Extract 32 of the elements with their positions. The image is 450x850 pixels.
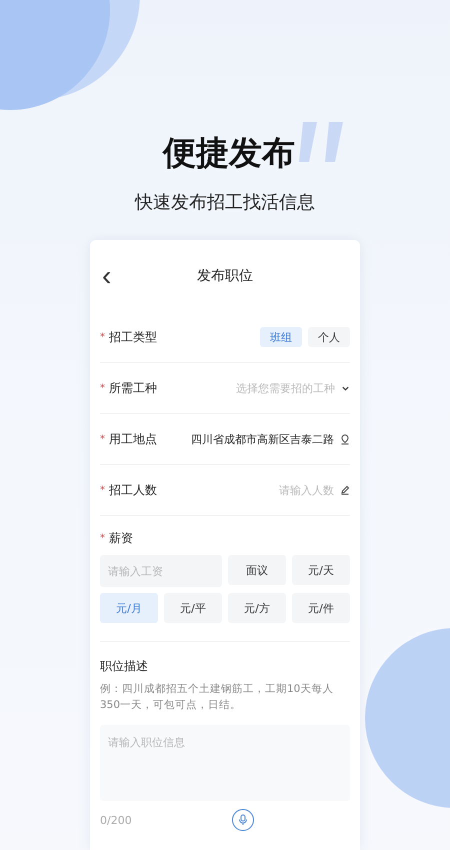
description-input[interactable]: 请输入职位信息 bbox=[100, 725, 350, 801]
salary-unit-option[interactable]: 面议 bbox=[228, 555, 286, 585]
subtitle: 快速发布招工找活信息 bbox=[135, 191, 315, 214]
screen-title: 发布职位 bbox=[197, 267, 253, 285]
required-mark: * bbox=[100, 434, 105, 444]
salary-unit-option[interactable]: 元/天 bbox=[292, 555, 350, 585]
required-mark: * bbox=[100, 484, 105, 496]
field-label: * 招工人数 bbox=[100, 482, 157, 498]
field-label: * 招工类型 bbox=[100, 328, 157, 346]
salary-unit-option[interactable]: 元/月 bbox=[100, 593, 158, 623]
microphone-icon bbox=[238, 814, 248, 826]
character-counter: 0/200 bbox=[100, 814, 132, 826]
pencil-icon bbox=[340, 485, 350, 495]
microphone-button[interactable] bbox=[232, 809, 254, 831]
field-value[interactable]: 四川省成都市高新区吉泰二路 bbox=[191, 432, 334, 446]
salary-unit-option[interactable]: 元/件 bbox=[292, 593, 350, 623]
required-mark: * bbox=[100, 332, 105, 342]
salary-unit-option[interactable]: 元/平 bbox=[164, 593, 222, 623]
required-mark: * bbox=[100, 382, 105, 394]
headline: 便捷发布 bbox=[163, 132, 295, 174]
section-label: 职位描述 bbox=[100, 658, 149, 675]
back-button[interactable]: ‹ bbox=[102, 262, 112, 290]
example-text: 例：四川成都招五个土建钢筋工，工期10天每人350一天，可包可点，日结。 bbox=[100, 682, 334, 713]
required-mark: * bbox=[100, 533, 105, 544]
location-pin-icon bbox=[340, 434, 350, 444]
field-label: * 用工地点 bbox=[100, 430, 157, 448]
field-label: * 薪资 bbox=[100, 530, 134, 547]
field-label: * 所需工种 bbox=[100, 380, 157, 396]
type-option[interactable]: 班组 bbox=[260, 327, 302, 347]
type-option[interactable]: 个人 bbox=[308, 327, 350, 347]
salary-unit-option[interactable]: 元/方 bbox=[228, 593, 286, 623]
salary-input[interactable]: 请输入工资 bbox=[100, 555, 222, 587]
